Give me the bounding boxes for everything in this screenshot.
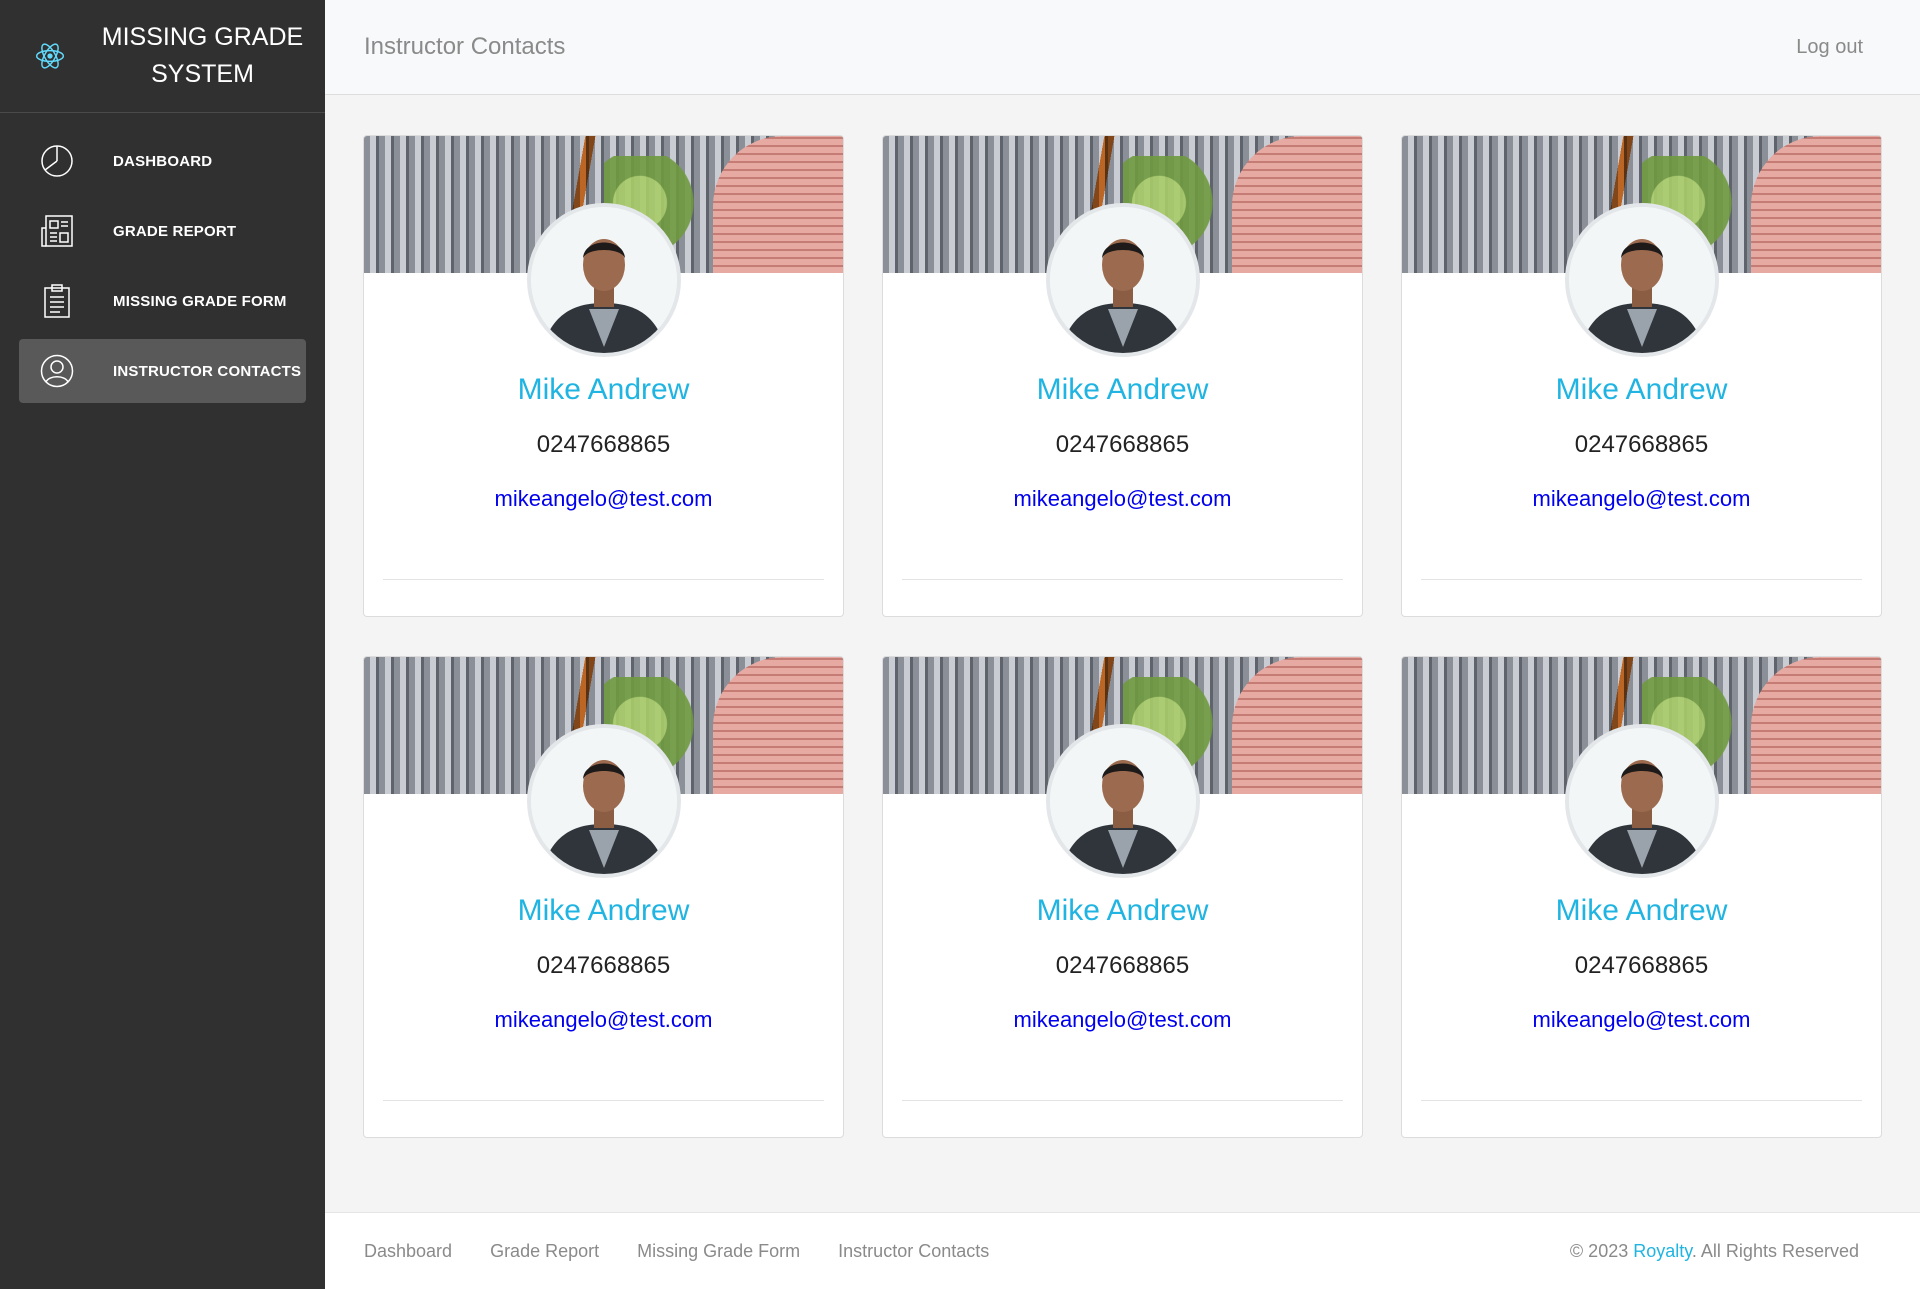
card-divider xyxy=(383,579,824,580)
sidebar-item-label: DASHBOARD xyxy=(113,152,213,170)
contact-email-link[interactable]: mikeangelo@test.com xyxy=(883,1007,1362,1033)
sidebar-nav: DASHBOARD GRADE REPORT MISSING GRADE FOR… xyxy=(0,113,325,403)
footer-nav: Dashboard Grade Report Missing Grade For… xyxy=(364,1241,1027,1262)
contact-phone: 0247668865 xyxy=(1574,431,1709,458)
contact-email-link[interactable]: mikeangelo@test.com xyxy=(1402,486,1881,512)
avatar[interactable] xyxy=(1564,724,1719,878)
contact-name: Mike Andrew xyxy=(1555,894,1728,927)
contact-card: Mike Andrew 0247668865 mikeangelo@test.c… xyxy=(363,135,844,617)
avatar[interactable] xyxy=(1045,203,1200,357)
contact-email-link[interactable]: mikeangelo@test.com xyxy=(364,486,843,512)
newspaper-icon xyxy=(39,213,75,249)
copyright-brand-link[interactable]: Royalty xyxy=(1633,1241,1692,1261)
sidebar-item-dashboard[interactable]: DASHBOARD xyxy=(19,129,306,193)
contact-phone: 0247668865 xyxy=(1574,952,1709,979)
footer-link-missing-grade-form[interactable]: Missing Grade Form xyxy=(637,1241,800,1262)
avatar[interactable] xyxy=(526,724,681,878)
contact-name: Mike Andrew xyxy=(1036,894,1209,927)
contact-grid: Mike Andrew 0247668865 mikeangelo@test.c… xyxy=(363,135,1882,1138)
contact-card: Mike Andrew 0247668865 mikeangelo@test.c… xyxy=(882,135,1363,617)
sidebar-header: MISSING GRADE SYSTEM xyxy=(0,0,325,113)
sidebar-item-label: MISSING GRADE FORM xyxy=(113,292,287,310)
card-divider xyxy=(383,1100,824,1101)
sidebar-item-label: GRADE REPORT xyxy=(113,222,237,240)
footer: Dashboard Grade Report Missing Grade For… xyxy=(325,1212,1920,1289)
contact-card: Mike Andrew 0247668865 mikeangelo@test.c… xyxy=(882,656,1363,1138)
app-brand[interactable]: MISSING GRADE SYSTEM xyxy=(100,19,325,93)
page-title: Instructor Contacts xyxy=(364,33,566,60)
main-content: Mike Andrew 0247668865 mikeangelo@test.c… xyxy=(325,95,1920,1212)
brand-line-1: MISSING GRADE xyxy=(101,23,304,51)
copyright-suffix: . All Rights Reserved xyxy=(1691,1241,1859,1261)
sidebar: MISSING GRADE SYSTEM DASHBOARD GRADE REP… xyxy=(0,0,325,1289)
contact-card: Mike Andrew 0247668865 mikeangelo@test.c… xyxy=(1401,656,1882,1138)
contact-name: Mike Andrew xyxy=(517,373,690,406)
sidebar-item-missing-grade-form[interactable]: MISSING GRADE FORM xyxy=(19,269,306,333)
contact-name: Mike Andrew xyxy=(1555,373,1728,406)
card-divider xyxy=(1421,1100,1862,1101)
avatar[interactable] xyxy=(1045,724,1200,878)
copyright: © 2023 Royalty. All Rights Reserved xyxy=(1570,1241,1859,1262)
footer-link-instructor-contacts[interactable]: Instructor Contacts xyxy=(838,1241,989,1262)
logout-link[interactable]: Log out xyxy=(1796,36,1863,59)
clipboard-icon xyxy=(39,283,75,319)
user-circle-icon xyxy=(39,353,75,389)
avatar[interactable] xyxy=(526,203,681,357)
card-divider xyxy=(902,579,1343,580)
card-divider xyxy=(1421,579,1862,580)
react-atom-icon[interactable] xyxy=(0,40,100,72)
sidebar-item-label: INSTRUCTOR CONTACTS xyxy=(113,362,302,380)
card-divider xyxy=(902,1100,1343,1101)
contact-email-link[interactable]: mikeangelo@test.com xyxy=(1402,1007,1881,1033)
contact-card: Mike Andrew 0247668865 mikeangelo@test.c… xyxy=(363,656,844,1138)
app-root: MISSING GRADE SYSTEM DASHBOARD GRADE REP… xyxy=(0,0,1920,1289)
contact-phone: 0247668865 xyxy=(536,431,671,458)
contact-name: Mike Andrew xyxy=(517,894,690,927)
footer-link-grade-report[interactable]: Grade Report xyxy=(490,1241,599,1262)
contact-email-link[interactable]: mikeangelo@test.com xyxy=(364,1007,843,1033)
contact-phone: 0247668865 xyxy=(1055,431,1190,458)
contact-phone: 0247668865 xyxy=(1055,952,1190,979)
contact-name: Mike Andrew xyxy=(1036,373,1209,406)
sidebar-item-instructor-contacts[interactable]: INSTRUCTOR CONTACTS xyxy=(19,339,306,403)
pie-chart-icon xyxy=(39,143,75,179)
footer-link-dashboard[interactable]: Dashboard xyxy=(364,1241,452,1262)
contact-phone: 0247668865 xyxy=(536,952,671,979)
avatar[interactable] xyxy=(1564,203,1719,357)
copyright-prefix: © 2023 xyxy=(1569,1241,1634,1261)
sidebar-item-grade-report[interactable]: GRADE REPORT xyxy=(19,199,306,263)
contact-card: Mike Andrew 0247668865 mikeangelo@test.c… xyxy=(1401,135,1882,617)
brand-line-2: SYSTEM xyxy=(151,60,254,88)
contact-email-link[interactable]: mikeangelo@test.com xyxy=(883,486,1362,512)
top-navbar: Instructor Contacts Log out xyxy=(325,0,1920,95)
